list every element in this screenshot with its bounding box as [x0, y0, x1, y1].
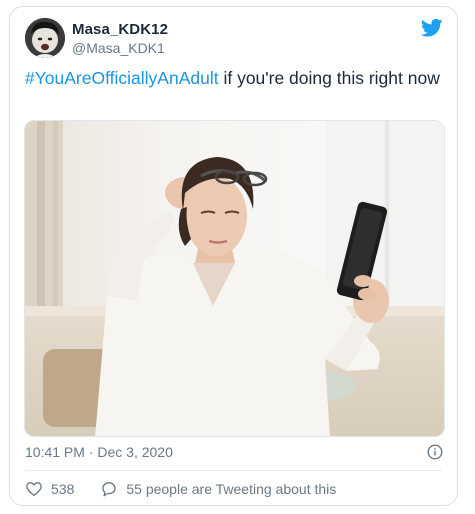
tweet-actions: 538 55 people are Tweeting about this — [25, 480, 336, 498]
crying-child-avatar-icon — [25, 18, 65, 58]
tweet-card[interactable]: Masa_KDK12 @Masa_KDK1 #YouAreOfficiallyA… — [9, 6, 458, 506]
woman-squinting-at-phone-photo-icon — [25, 121, 444, 436]
speech-bubble-icon — [102, 482, 117, 497]
conversation-link[interactable]: 55 people are Tweeting about this — [100, 480, 336, 498]
author-display-name[interactable]: Masa_KDK12 — [72, 21, 168, 38]
heart-icon — [26, 482, 42, 497]
tweet-body-text: if you're doing this right now — [218, 68, 440, 88]
divider — [25, 470, 442, 471]
conversation-text: 55 people are Tweeting about this — [126, 481, 337, 497]
like-button[interactable]: 538 — [25, 480, 100, 498]
twitter-bird-icon[interactable] — [421, 18, 443, 38]
author-handle[interactable]: @Masa_KDK1 — [72, 40, 165, 56]
tweet-photo[interactable] — [24, 120, 445, 437]
author-avatar[interactable] — [25, 18, 65, 58]
tweet-timestamp[interactable]: 10:41 PM · Dec 3, 2020 — [25, 444, 173, 460]
tweet-text: #YouAreOfficiallyAnAdult if you're doing… — [25, 67, 445, 90]
info-icon[interactable] — [427, 444, 443, 460]
hashtag-link[interactable]: #YouAreOfficiallyAnAdult — [25, 68, 219, 88]
like-count: 538 — [51, 481, 75, 497]
